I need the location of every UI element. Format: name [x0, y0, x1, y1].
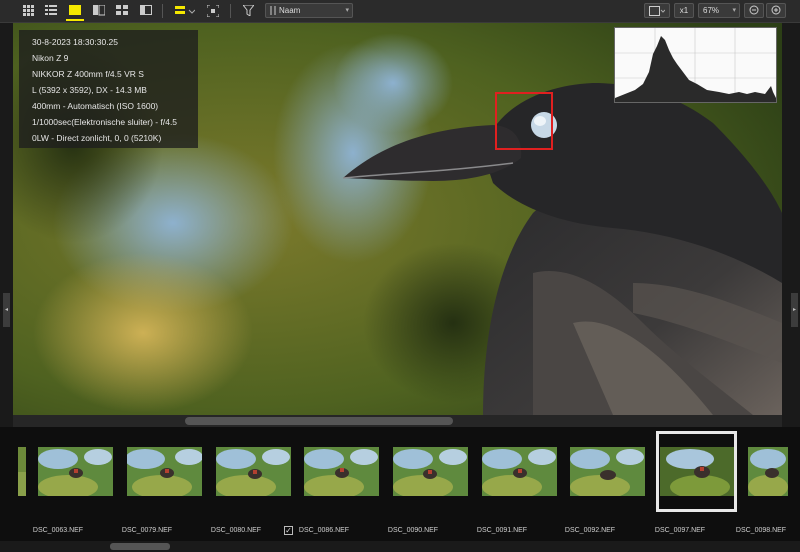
left-panel-toggle[interactable]: ◂ — [3, 293, 10, 327]
filmstrip-filename: DSC_0080.NEF — [210, 527, 262, 534]
viewer-scroll-thumb[interactable] — [185, 417, 453, 425]
info-datetime: 30-8-2023 18:30:30.25 — [32, 37, 119, 47]
filmstrip-filename: DSC_0079.NEF — [121, 527, 173, 534]
zoom-1x-button[interactable]: x1 — [674, 3, 694, 18]
filmstrip-filename: DSC_0092.NEF — [564, 527, 616, 534]
filmstrip-filename: DSC_0098.NEF — [735, 527, 787, 534]
zoom-out-icon — [749, 5, 758, 15]
info-camera: Nikon Z 9 — [32, 53, 69, 63]
zoom-in-icon — [771, 5, 780, 15]
adjust-icon[interactable] — [172, 2, 196, 19]
filmstrip-thumbnail[interactable] — [482, 447, 557, 499]
info-focal: 400mm - Automatisch (ISO 1600) — [32, 101, 159, 111]
top-toolbar: Naam ▾ x1 67% ▾ — [0, 0, 800, 23]
grid-view-icon[interactable] — [20, 2, 36, 19]
filmstrip-thumbnail[interactable] — [18, 447, 26, 496]
right-panel-edge: ▸ — [782, 23, 800, 427]
info-exposure: 1/1000sec(Elektronische sluiter) - f/4.5 — [32, 117, 178, 127]
fit-screen-icon[interactable] — [205, 2, 221, 19]
single-view-icon[interactable] — [66, 2, 84, 21]
viewer-horizontal-scrollbar[interactable] — [13, 415, 782, 427]
filmstrip-thumbnail[interactable] — [125, 447, 203, 499]
list-view-icon[interactable] — [43, 2, 59, 19]
filmstrip-filename: DSC_0063.NEF — [32, 527, 84, 534]
filmstrip-filename: DSC_0091.NEF — [476, 527, 528, 534]
zoom-dropdown[interactable]: 67% ▾ — [698, 3, 740, 18]
filmstrip-filename: DSC_0086.NEF — [298, 527, 350, 534]
filmstrip-scroll-thumb[interactable] — [110, 543, 170, 550]
quad-view-icon[interactable] — [114, 2, 130, 19]
info-lens: NIKKOR Z 400mm f/4.5 VR S — [32, 69, 144, 79]
sort-icon — [270, 6, 276, 15]
filmstrip-thumbnail[interactable] — [216, 447, 291, 499]
filmstrip-filename: DSC_0097.NEF — [654, 527, 706, 534]
sort-label: Naam — [279, 6, 301, 15]
zoom-out-button[interactable] — [744, 3, 764, 18]
sort-dropdown[interactable]: Naam ▾ — [265, 3, 353, 18]
filmstrip-scrollbar[interactable] — [0, 541, 800, 552]
filter-icon[interactable] — [240, 2, 256, 19]
filmstrip-thumbnail[interactable] — [304, 447, 379, 499]
chevron-down-icon: ▾ — [732, 7, 736, 14]
selected-thumbnail-frame — [656, 431, 737, 512]
zoom-percent: 67% — [703, 6, 720, 15]
shooting-info-overlay: 30-8-2023 18:30:30.25 Nikon Z 9 NIKKOR Z… — [19, 30, 198, 148]
filmstrip-thumbnail[interactable] — [570, 447, 645, 499]
filmstrip-filename: DSC_0090.NEF — [387, 527, 439, 534]
right-panel-toggle[interactable]: ▸ — [791, 293, 798, 327]
chevron-down-icon: ▾ — [345, 7, 349, 14]
focus-point-box — [495, 92, 553, 150]
split-view-icon[interactable] — [138, 2, 154, 19]
filmstrip-thumbnail[interactable] — [38, 447, 113, 499]
filmstrip-thumbnail[interactable] — [393, 447, 468, 499]
info-white-balance: 0LW - Direct zonlicht, 0, 0 (5210K) — [32, 133, 162, 143]
info-size: L (5392 x 3592), DX - 14.3 MB — [32, 85, 147, 95]
histogram — [614, 27, 777, 103]
zoom-in-button[interactable] — [766, 3, 786, 18]
filmstrip-thumbnail[interactable] — [748, 447, 788, 499]
compare-view-icon[interactable] — [91, 2, 107, 19]
fit-window-icon — [649, 6, 666, 16]
left-panel-edge: ◂ — [0, 23, 13, 427]
fit-window-button[interactable] — [644, 3, 670, 18]
